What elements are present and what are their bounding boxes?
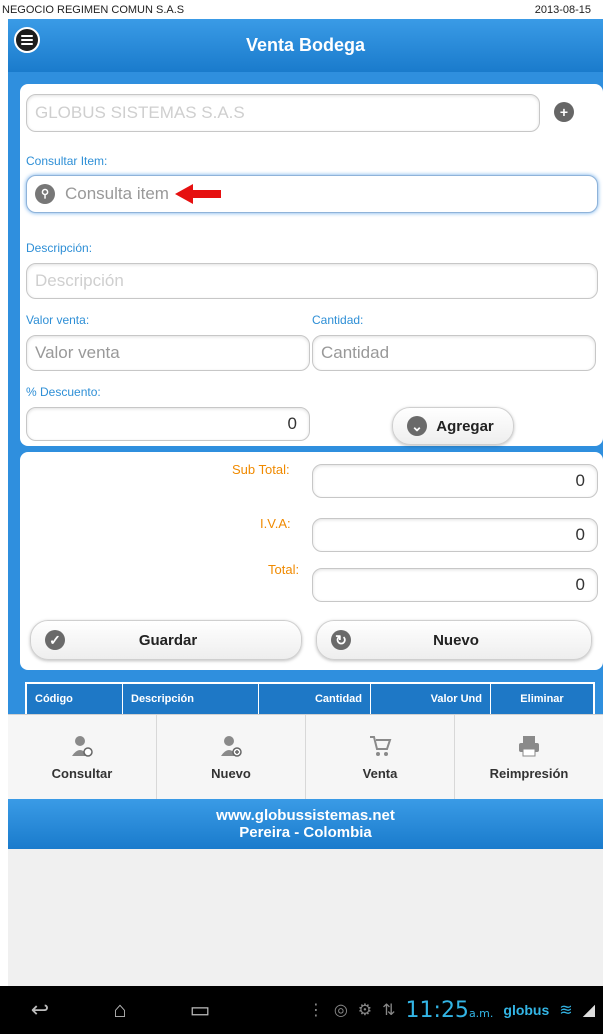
client-field-placeholder: GLOBUS SISTEMAS S.A.S [35,103,245,122]
iva-value: 0 [575,525,585,544]
subtotal-label: Sub Total: [232,462,290,477]
app-status-line: NEGOCIO REGIMEN COMUN S.A.S 2013-08-15 [0,0,603,19]
column-header-quantity: Cantidad [259,684,371,714]
system-clock: 11:25a.m. [405,997,494,1023]
content-area: GLOBUS SISTEMAS S.A.S + Consultar Item: … [8,72,603,714]
discount-input[interactable]: 0 [26,407,310,441]
iva-field: 0 [312,518,598,552]
refresh-icon: ↻ [331,630,351,650]
tab-nuevo[interactable]: Nuevo [157,715,306,799]
system-navigation-bar: ↩ ⌂ ▭ ⋮ ◎ ⚙ ⇅ 11:25a.m. globus ≋ ◢ [0,986,603,1034]
tab-nuevo-label: Nuevo [211,765,251,781]
wifi-icon: ≋ [559,1002,573,1019]
totals-panel: Sub Total: 0 I.V.A: 0 Total: 0 ✓ Guardar… [20,452,603,670]
empty-area [8,849,603,986]
tab-venta-label: Venta [362,765,398,781]
recent-apps-icon[interactable]: ▭ [160,997,240,1023]
total-field: 0 [312,568,598,602]
iva-label: I.V.A: [260,516,291,531]
tab-consultar[interactable]: Consultar [8,715,157,799]
sale-value-placeholder: Valor venta [35,343,120,362]
search-icon: ⚲ [35,184,55,204]
user-search-icon [70,734,94,758]
column-header-delete: Eliminar [520,693,564,705]
sale-value-label: Valor venta: [26,313,90,327]
user-add-icon [219,734,243,758]
back-icon[interactable]: ↩ [0,997,80,1023]
tab-consultar-label: Consultar [51,765,113,781]
quantity-placeholder: Cantidad [321,343,390,362]
sale-value-input[interactable]: Valor venta [26,335,310,371]
discount-label: % Descuento: [26,385,101,399]
total-value: 0 [575,575,585,594]
client-field[interactable]: GLOBUS SISTEMAS S.A.S [26,94,540,132]
description-input[interactable]: Descripción [26,263,598,299]
description-label: Descripción: [26,241,93,255]
consult-item-input[interactable]: ⚲ Consulta item [26,175,598,213]
app-header: Venta Bodega [8,19,603,72]
cart-add-icon [368,734,392,758]
subtotal-value: 0 [575,471,585,490]
footer-website: www.globussistemas.net [216,807,395,824]
discount-value: 0 [287,414,297,433]
bottom-tab-bar: Consultar Nuevo Venta Reimpresión [8,714,603,799]
items-table-header: Código Descripción Cantidad Valor Und El… [25,682,595,716]
add-button-label: Agregar [436,417,494,435]
save-button[interactable]: ✓ Guardar [30,620,302,660]
add-client-icon[interactable]: + [554,102,574,122]
column-header-unit-value: Valor Und [371,684,491,714]
chevron-down-icon: ⌄ [407,416,427,436]
column-header-description: Descripción [123,684,259,714]
menu-icon[interactable] [14,27,40,53]
company-name: NEGOCIO REGIMEN COMUN S.A.S [2,3,185,16]
consult-item-placeholder: Consulta item [65,184,169,203]
carrier-name: globus [503,1002,550,1018]
quantity-label: Cantidad: [312,313,364,327]
usb-icon: ⇅ [382,1002,396,1019]
consult-item-label: Consultar Item: [26,154,108,168]
overflow-menu-icon[interactable]: ⋮ [308,1000,324,1020]
android-icon: ⚙ [357,1002,373,1019]
footer-banner: www.globussistemas.net Pereira - Colombi… [8,799,603,849]
status-date: 2013-08-15 [534,3,591,16]
page-title: Venta Bodega [245,35,366,55]
new-button-label: Nuevo [433,631,479,649]
description-placeholder: Descripción [35,271,124,290]
printer-icon [517,734,541,758]
new-button[interactable]: ↻ Nuevo [316,620,592,660]
gps-icon: ◎ [333,1002,348,1019]
check-icon: ✓ [45,630,65,650]
tab-reimpresion[interactable]: Reimpresión [455,715,603,799]
footer-location: Pereira - Colombia [239,824,372,841]
red-arrow-icon [174,184,221,204]
save-button-label: Guardar [138,631,198,649]
item-form-panel: GLOBUS SISTEMAS S.A.S + Consultar Item: … [20,84,603,446]
tab-venta[interactable]: Venta [306,715,455,799]
subtotal-field: 0 [312,464,598,498]
signal-icon: ◢ [582,1002,595,1019]
total-label: Total: [268,562,300,577]
column-header-code: Código [27,684,123,714]
system-status-area: ⋮ ◎ ⚙ ⇅ 11:25a.m. globus ≋ ◢ [308,998,603,1023]
add-button[interactable]: ⌄ Agregar [392,407,514,445]
tab-reimpresion-label: Reimpresión [489,765,569,781]
home-icon[interactable]: ⌂ [80,997,160,1023]
quantity-input[interactable]: Cantidad [312,335,596,371]
